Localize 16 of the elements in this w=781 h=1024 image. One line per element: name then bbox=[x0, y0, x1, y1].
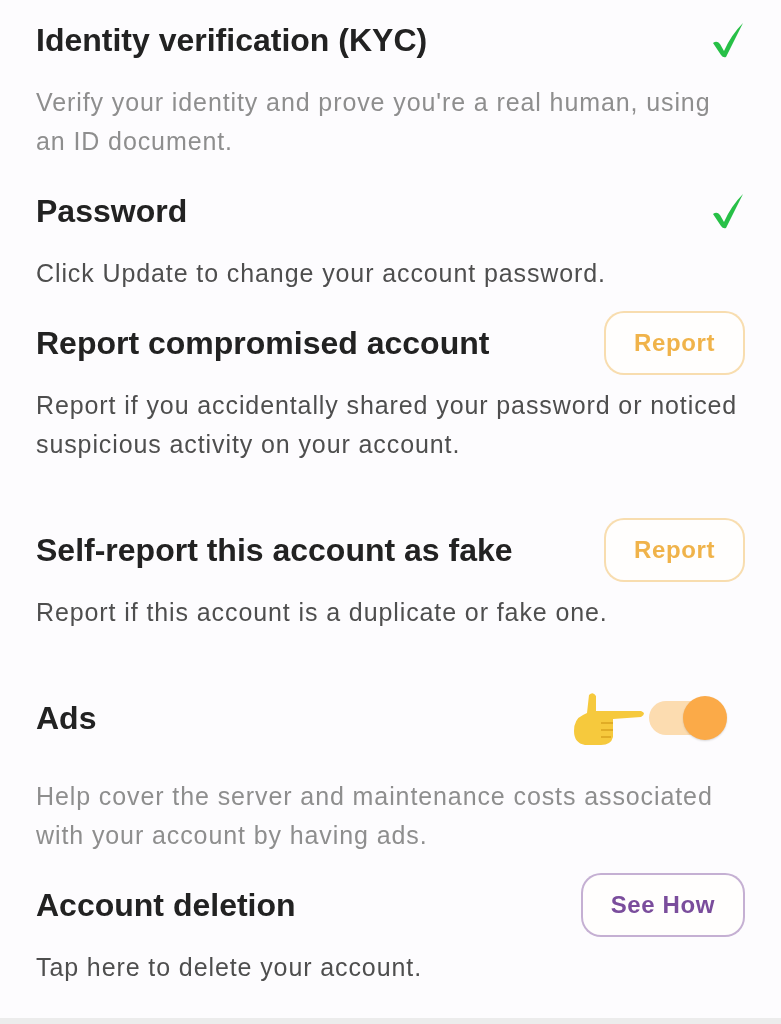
action-button[interactable]: See How bbox=[580, 873, 745, 937]
toggle-switch[interactable] bbox=[647, 696, 727, 740]
action-button[interactable]: Report bbox=[604, 518, 745, 582]
section-description: Verify your identity and prove you're a real human, using an ID document. bbox=[36, 87, 712, 157]
section-description: Report if you accidentally shared your password or noticed suspicious activity on your account. bbox=[36, 390, 739, 460]
section-description: Report if this account is a duplicate or fake one. bbox=[36, 597, 609, 628]
section-title: Password bbox=[36, 192, 188, 230]
section-title: Report compromised account bbox=[36, 324, 490, 362]
section-description: Tap here to delete your account. bbox=[36, 952, 423, 983]
section-title: Identity verification (KYC) bbox=[36, 21, 428, 59]
action-button[interactable]: Report bbox=[604, 311, 745, 375]
section-description: Click Update to change your account password. bbox=[36, 258, 607, 289]
section-description: Help cover the server and maintenance costs associated with your account by having ads. bbox=[36, 781, 714, 851]
section-title: Ads bbox=[36, 699, 97, 737]
section-title: Self-report this account as fake bbox=[36, 531, 513, 569]
section-title: Account deletion bbox=[36, 886, 296, 924]
